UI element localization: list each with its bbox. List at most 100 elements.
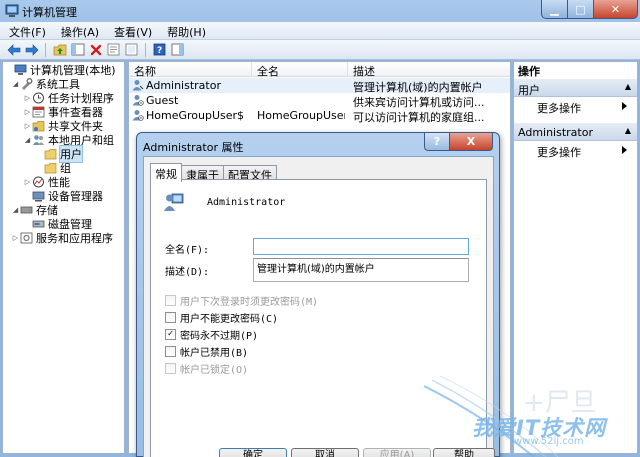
title-bar[interactable]: 计算机管理 ▁ □ ✕ xyxy=(0,0,640,22)
clock-icon xyxy=(33,92,44,104)
checkbox-label: 用户下次登录时须更改密码(M) xyxy=(180,296,319,308)
description-field[interactable]: 管理计算机(域)的内置帐户 xyxy=(253,258,469,282)
expand-arrow-icon[interactable]: ▷ xyxy=(23,122,32,130)
services-icon xyxy=(20,232,33,244)
tree-node-device-manager[interactable]: 设备管理器 xyxy=(23,189,103,203)
folder-icon xyxy=(44,163,57,174)
close-button[interactable]: ✕ xyxy=(594,0,638,19)
checkbox-password-never-expires[interactable]: ✓ 密码永不过期(P) xyxy=(165,327,259,342)
help-book-icon: ? xyxy=(153,43,166,56)
tree-node-shared-folders[interactable]: ▷ 共享文件夹 xyxy=(23,119,103,133)
column-divider[interactable] xyxy=(347,62,348,77)
maximize-button[interactable]: □ xyxy=(568,0,594,19)
table-row[interactable]: Administrator 管理计算机(域)的内置帐户 xyxy=(129,78,510,94)
close-icon: ✕ xyxy=(610,2,621,16)
menu-file[interactable]: 文件(F) xyxy=(0,22,52,39)
back-arrow-icon xyxy=(7,43,20,56)
menu-action[interactable]: 操作(A) xyxy=(52,22,105,39)
toolbar-separator xyxy=(45,42,46,57)
column-divider[interactable] xyxy=(251,62,252,77)
ok-button[interactable]: 确定 xyxy=(219,448,287,457)
menu-help[interactable]: 帮助(H) xyxy=(158,22,212,39)
forward-button[interactable] xyxy=(24,42,39,57)
checkbox-account-disabled[interactable]: 帐户已禁用(B) xyxy=(165,344,249,359)
cell-name: Guest xyxy=(146,94,179,107)
svg-text:?: ? xyxy=(157,46,162,56)
fullname-field[interactable] xyxy=(253,238,469,255)
computer-icon xyxy=(14,64,27,75)
cell-name: Administrator xyxy=(146,79,221,92)
checkbox-must-change-password[interactable]: 用户下次登录时须更改密码(M) xyxy=(165,293,319,308)
expand-arrow-icon[interactable]: ▷ xyxy=(23,94,32,102)
checkbox-label: 帐户已禁用(B) xyxy=(180,347,249,359)
collapse-up-icon[interactable]: ▲ xyxy=(625,126,631,135)
checkbox-cannot-change-password[interactable]: 用户不能更改密码(C) xyxy=(165,310,278,325)
tree-node-computer-management[interactable]: 计算机管理(本地) xyxy=(5,63,116,77)
action-more-actions[interactable]: 更多操作 xyxy=(514,99,637,115)
console-tree[interactable]: 计算机管理(本地) ◢ 系统工具 ▷ 任务计划程序 ▷ 事件查看器 ▷ 共享文件… xyxy=(2,61,125,454)
help-button[interactable]: 帮助 xyxy=(433,448,495,457)
back-button[interactable] xyxy=(6,42,21,57)
column-header-description[interactable]: 描述 xyxy=(353,63,375,79)
apply-button[interactable]: 应用(A) xyxy=(363,448,431,457)
expand-arrow-icon[interactable]: ▷ xyxy=(23,108,32,116)
table-row[interactable]: HomeGroupUser$ HomeGroupUser$ 可以访问计算机的家庭… xyxy=(129,108,510,124)
close-icon: X xyxy=(466,135,476,148)
collapse-arrow-icon[interactable]: ◢ xyxy=(23,136,32,144)
tree-node-event-viewer[interactable]: ▷ 事件查看器 xyxy=(23,105,103,119)
tree-node-local-users-groups[interactable]: ◢ 本地用户和组 xyxy=(23,133,114,147)
tree-node-groups[interactable]: 组 xyxy=(35,161,71,175)
collapse-arrow-icon[interactable]: ◢ xyxy=(11,80,20,88)
minimize-button[interactable]: ▁ xyxy=(541,0,568,19)
account-username: Administrator xyxy=(207,197,286,208)
user-disabled-icon xyxy=(132,110,144,121)
dialog-close-button[interactable]: X xyxy=(450,133,493,151)
menu-bar: 文件(F) 操作(A) 查看(V) 帮助(H) xyxy=(0,22,640,40)
refresh-icon xyxy=(125,43,138,56)
expand-arrow-icon[interactable]: ▷ xyxy=(11,234,20,242)
tree-node-storage[interactable]: ◢ 存储 xyxy=(11,203,58,217)
actions-section-administrator[interactable]: Administrator ▲ xyxy=(514,123,637,141)
collapse-up-icon[interactable]: ▲ xyxy=(625,82,631,91)
show-hide-tree-button[interactable] xyxy=(70,42,85,57)
cancel-button[interactable]: 取消 xyxy=(291,448,359,457)
minimize-icon: ▁ xyxy=(550,2,559,16)
collapse-arrow-icon[interactable]: ◢ xyxy=(11,206,20,214)
cell-fullname: HomeGroupUser$ xyxy=(257,109,345,122)
tree-node-task-scheduler[interactable]: ▷ 任务计划程序 xyxy=(23,91,114,105)
column-header-fullname[interactable]: 全名 xyxy=(257,63,279,79)
tree-node-system-tools[interactable]: ◢ 系统工具 xyxy=(11,77,80,91)
forward-arrow-icon xyxy=(25,43,38,56)
event-viewer-icon xyxy=(32,106,45,118)
action-pane-button[interactable] xyxy=(170,42,185,57)
action-more-actions[interactable]: 更多操作 xyxy=(514,143,637,159)
tree-node-performance[interactable]: ▷ 性能 xyxy=(23,175,70,189)
refresh-button[interactable] xyxy=(124,42,139,57)
table-row[interactable]: Guest 供来宾访问计算机或访问... xyxy=(129,93,510,109)
expand-arrow-icon[interactable]: ▷ xyxy=(23,178,32,186)
checkbox-label: 密码永不过期(P) xyxy=(180,330,259,342)
tree-node-users[interactable]: 用户 xyxy=(35,145,83,163)
checkbox-account-locked[interactable]: 帐户已锁定(O) xyxy=(165,361,248,376)
menu-view[interactable]: 查看(V) xyxy=(105,22,158,39)
tree-node-disk-management[interactable]: 磁盘管理 xyxy=(23,217,92,231)
checkbox-box xyxy=(165,294,176,306)
tree-node-services-applications[interactable]: ▷ 服务和应用程序 xyxy=(11,231,113,245)
tab-general[interactable]: 常规 xyxy=(150,163,182,182)
help-button[interactable]: ? xyxy=(152,42,167,57)
up-folder-button[interactable] xyxy=(52,42,67,57)
action-pane-icon xyxy=(171,43,184,56)
dialog-help-button[interactable]: ? xyxy=(424,133,450,151)
actions-section-title: 用户 xyxy=(518,84,540,97)
tree-node-label: 服务和应用程序 xyxy=(36,232,113,245)
description-label: 描述(D): xyxy=(165,267,210,278)
disk-icon xyxy=(32,220,45,228)
checkmark-icon: ✓ xyxy=(165,328,176,340)
column-header-name[interactable]: 名称 xyxy=(134,63,156,79)
checkbox-box xyxy=(165,362,176,374)
actions-section-users[interactable]: 用户 ▲ xyxy=(514,79,637,97)
properties-button[interactable] xyxy=(106,42,121,57)
maximize-icon: □ xyxy=(575,2,586,16)
delete-button[interactable] xyxy=(88,42,103,57)
performance-icon xyxy=(33,176,44,188)
